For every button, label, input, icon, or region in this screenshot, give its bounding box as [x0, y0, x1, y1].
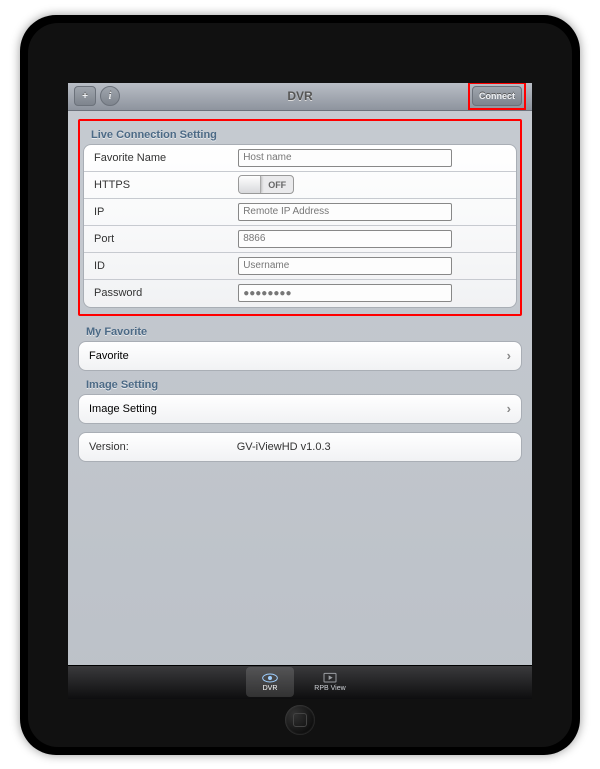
favorite-row[interactable]: Favorite › [79, 342, 521, 370]
my-favorite-card: Favorite › [78, 341, 522, 371]
id-input[interactable] [238, 257, 452, 275]
image-setting-header: Image Setting [78, 375, 522, 394]
toggle-state-label: OFF [261, 180, 293, 190]
image-setting-card: Image Setting › [78, 394, 522, 424]
version-card: Version: GV-iViewHD v1.0.3 [78, 432, 522, 462]
port-input[interactable] [238, 230, 452, 248]
connect-button[interactable]: Connect [472, 86, 522, 106]
https-toggle[interactable]: OFF [238, 175, 294, 194]
live-connection-highlight: Live Connection Setting Favorite Name HT… [78, 119, 522, 316]
image-setting-row-label: Image Setting [89, 403, 157, 415]
info-button[interactable]: i [100, 86, 120, 106]
tab-dvr[interactable]: DVR [246, 667, 294, 697]
row-https: HTTPS OFF [84, 172, 516, 199]
home-button[interactable] [285, 705, 315, 735]
port-label: Port [94, 233, 238, 245]
page-title: DVR [68, 89, 532, 103]
ipad-inner: + i DVR Connect Live Connection Setting … [28, 23, 572, 747]
id-label: ID [94, 260, 238, 272]
tab-rpb-label: RPB View [314, 685, 345, 692]
favorite-name-label: Favorite Name [94, 152, 238, 164]
https-label: HTTPS [94, 179, 238, 191]
content-scroll: Live Connection Setting Favorite Name HT… [68, 111, 532, 665]
ip-label: IP [94, 206, 238, 218]
navbar: + i DVR Connect [68, 83, 532, 111]
password-label: Password [94, 287, 238, 299]
play-screen-icon [322, 672, 338, 684]
ip-input[interactable] [238, 203, 452, 221]
version-row: Version: GV-iViewHD v1.0.3 [79, 433, 521, 461]
ipad-bezel: + i DVR Connect Live Connection Setting … [20, 15, 580, 755]
live-connection-card: Favorite Name HTTPS OFF [83, 144, 517, 308]
my-favorite-header: My Favorite [78, 322, 522, 341]
row-favorite-name: Favorite Name [84, 145, 516, 172]
eye-icon [262, 672, 278, 684]
version-value: GV-iViewHD v1.0.3 [237, 441, 511, 453]
row-id: ID [84, 253, 516, 280]
version-label: Version: [89, 441, 237, 453]
favorite-row-label: Favorite [89, 350, 129, 362]
row-ip: IP [84, 199, 516, 226]
add-button[interactable]: + [74, 86, 96, 106]
row-password: Password [84, 280, 516, 307]
tab-rpb-view[interactable]: RPB View [306, 667, 354, 697]
chevron-right-icon: › [507, 401, 511, 416]
image-setting-row[interactable]: Image Setting › [79, 395, 521, 423]
connect-highlight: Connect [468, 83, 526, 111]
password-input[interactable] [238, 284, 452, 302]
row-port: Port [84, 226, 516, 253]
live-connection-header: Live Connection Setting [83, 125, 517, 144]
tab-dvr-label: DVR [263, 685, 278, 692]
chevron-right-icon: › [507, 348, 511, 363]
toggle-knob [239, 176, 261, 193]
tab-bar: DVR RPB View [68, 665, 532, 699]
favorite-name-input[interactable] [238, 149, 452, 167]
screen: + i DVR Connect Live Connection Setting … [68, 83, 532, 699]
